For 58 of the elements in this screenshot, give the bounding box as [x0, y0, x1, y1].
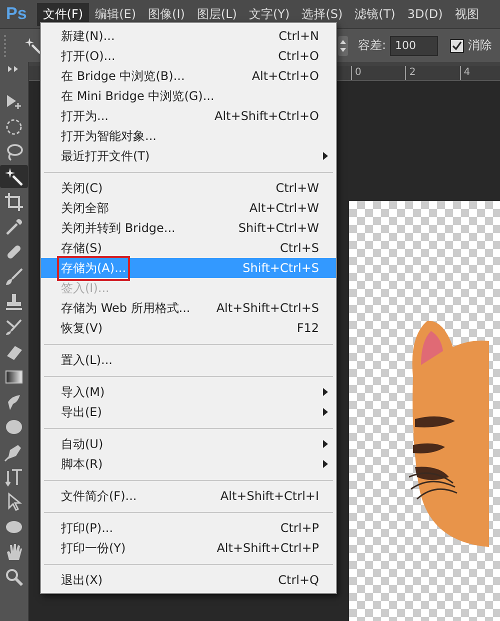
- menu-item[interactable]: 在 Bridge 中浏览(B)... Alt+Ctrl+O: [41, 66, 336, 86]
- menu-item[interactable]: 编辑(E): [89, 2, 142, 26]
- menu-item[interactable]: 自动(U): [41, 434, 336, 454]
- zoom-tool-icon: [4, 566, 24, 586]
- menu-item[interactable]: 置入(L)...: [41, 350, 336, 370]
- menu-item[interactable]: 最近打开文件(T): [41, 146, 336, 166]
- stamp-tool-icon: [4, 292, 24, 312]
- menu-item[interactable]: 导入(M): [41, 382, 336, 402]
- menu-item[interactable]: 打印一份(Y) Alt+Shift+Ctrl+P: [41, 538, 336, 558]
- menu-item[interactable]: 图层(L): [190, 2, 243, 26]
- wand-tool-icon: [4, 166, 24, 186]
- submenu-arrow-icon: [323, 460, 328, 468]
- tolerance-label: 容差:: [358, 37, 386, 54]
- app-logo: Ps: [5, 4, 28, 24]
- menu-item[interactable]: 退出(X) Ctrl+Q: [41, 570, 336, 590]
- menu-item[interactable]: 关闭(C) Ctrl+W: [41, 178, 336, 198]
- menu-item[interactable]: 图像(I): [142, 2, 191, 26]
- menu-item[interactable]: 打开(O)... Ctrl+O: [41, 46, 336, 66]
- submenu-arrow-icon: [323, 152, 328, 160]
- tolerance-field[interactable]: 100: [390, 36, 438, 56]
- crop-tool-icon: [4, 192, 24, 212]
- collapse-icon[interactable]: [8, 66, 20, 72]
- menu-item[interactable]: 3D(D): [401, 4, 449, 24]
- history-tool-icon: [4, 316, 24, 336]
- menu-item[interactable]: 文字(Y): [242, 2, 296, 26]
- hand-tool-icon: [4, 542, 24, 562]
- menu-item[interactable]: 关闭全部 Alt+Ctrl+W: [41, 198, 336, 218]
- submenu-arrow-icon: [323, 408, 328, 416]
- ruler-label: 2: [405, 66, 416, 80]
- ruler-label: 0: [351, 66, 362, 80]
- menu-item[interactable]: 新建(N)... Ctrl+N: [41, 26, 336, 46]
- anti-alias-checkbox[interactable]: [450, 38, 464, 52]
- menu-item[interactable]: 脚本(R): [41, 454, 336, 474]
- menu-item[interactable]: 视图: [448, 2, 485, 26]
- menu-item[interactable]: 导出(E): [41, 402, 336, 422]
- tool-button[interactable]: [0, 165, 28, 188]
- submenu-arrow-icon: [323, 388, 328, 396]
- menu-item[interactable]: 打开为... Alt+Shift+Ctrl+O: [41, 106, 336, 126]
- menu-item[interactable]: 文件简介(F)... Alt+Shift+Ctrl+I: [41, 486, 336, 506]
- menu-item[interactable]: 选择(S): [296, 2, 349, 26]
- menu-item[interactable]: 打印(P)... Ctrl+P: [41, 518, 336, 538]
- lasso-tool-icon: [4, 142, 24, 162]
- menu-item[interactable]: 关闭并转到 Bridge... Shift+Ctrl+W: [41, 218, 336, 238]
- menu-item[interactable]: 恢复(V) F12: [41, 318, 336, 338]
- menu-item[interactable]: 存储为 Web 所用格式... Alt+Shift+Ctrl+S: [41, 298, 336, 318]
- menu-item[interactable]: 滤镜(T): [348, 2, 402, 26]
- menu-item[interactable]: 在 Mini Bridge 中浏览(G)...: [41, 86, 336, 106]
- marquee-tool-icon: [4, 116, 24, 136]
- eyedropper-tool-icon: [4, 216, 24, 236]
- anti-alias-label: 消除: [468, 37, 492, 54]
- submenu-arrow-icon: [323, 440, 328, 448]
- menu-item[interactable]: 存储(S) Ctrl+S: [41, 238, 336, 258]
- type-tool-icon: [4, 466, 24, 486]
- menu-item[interactable]: 打开为智能对象...: [41, 126, 336, 146]
- wand-tool-icon[interactable]: [24, 36, 42, 54]
- brush-tool-icon: [4, 266, 24, 286]
- ruler-label: 4: [460, 66, 470, 80]
- spinner-icon[interactable]: [338, 36, 348, 56]
